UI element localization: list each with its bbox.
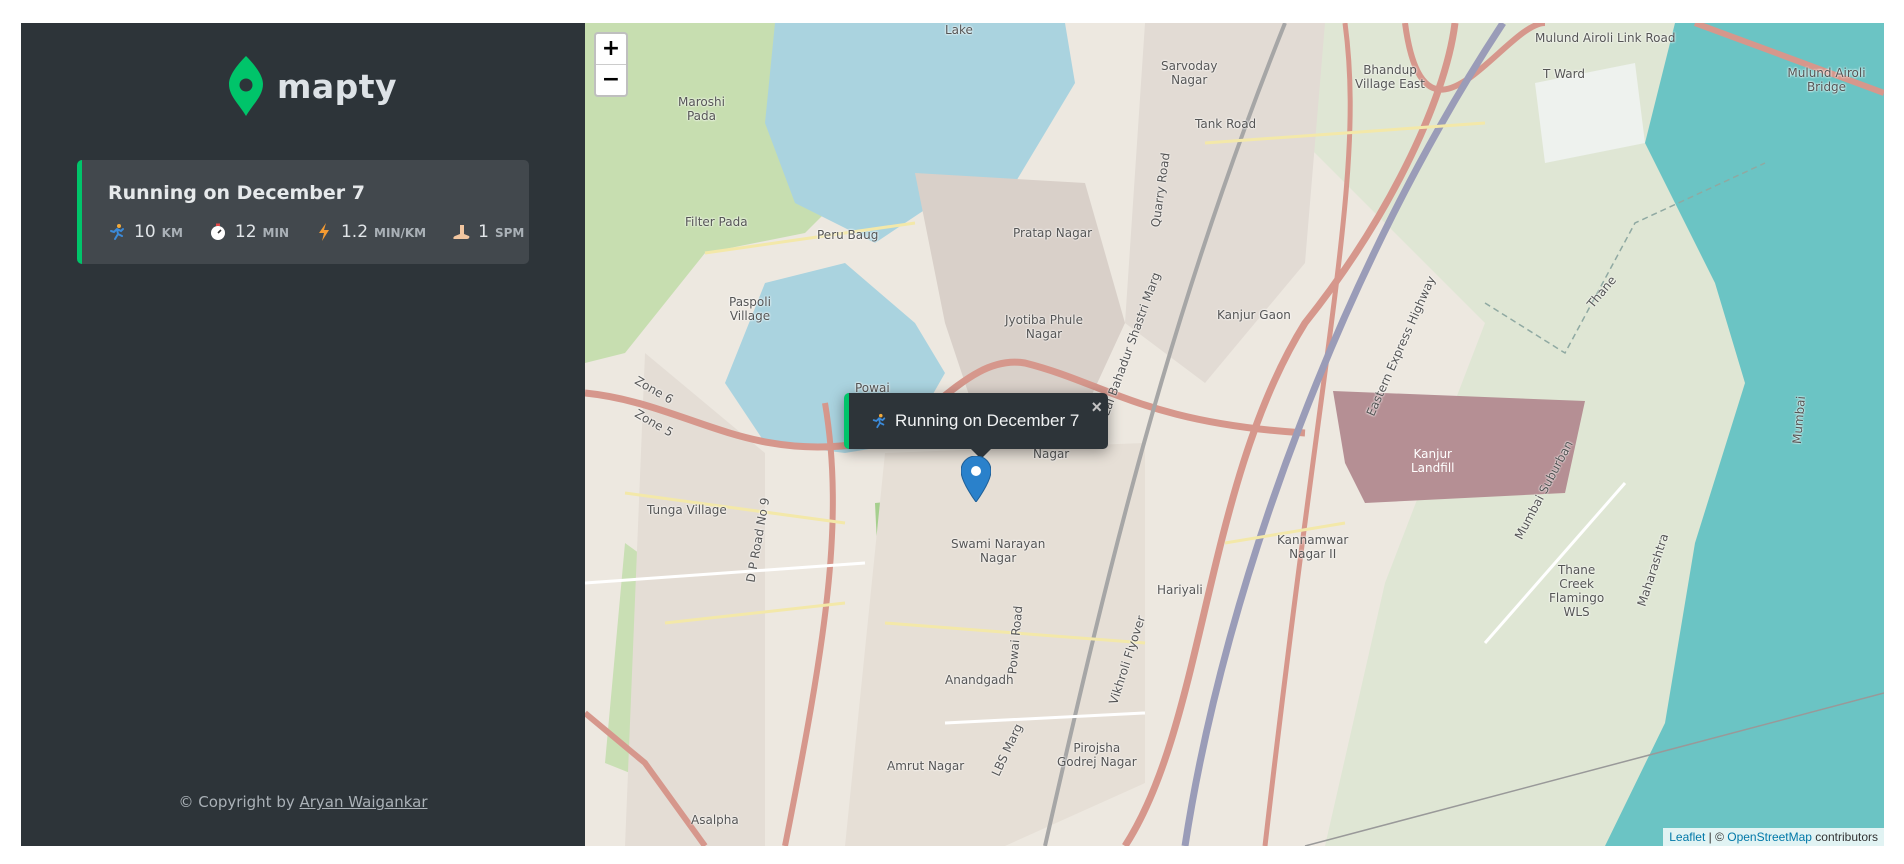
zoom-control: + − (594, 32, 628, 97)
distance-unit: km (161, 226, 183, 240)
map-label: Sarvoday Nagar (1161, 59, 1218, 87)
map-label: Pirojsha Godrej Nagar (1057, 741, 1137, 769)
workout-list: Running on December 7 10 km (77, 160, 529, 264)
map-label: Anandgadh (945, 673, 1014, 687)
workout-popup: Running on December 7 × (844, 393, 1108, 449)
popup-close-button[interactable]: × (1091, 397, 1102, 418)
map-label: Kannamwar Nagar II (1277, 533, 1349, 561)
map-label: Hariyali (1157, 583, 1203, 597)
workout-details: 10 km 12 min (108, 222, 529, 242)
map-label: T Ward (1543, 67, 1585, 81)
copyright: © Copyright by Aryan Waigankar (21, 793, 585, 811)
map-label: Mulund Airoli Link Road (1535, 31, 1676, 45)
sidebar: mapty Running on December 7 10 km (21, 23, 585, 846)
map-label: Paspoli Village (729, 295, 771, 323)
map-marker-icon[interactable] (961, 456, 991, 502)
map-label: Asalpha (691, 813, 739, 827)
map-pin-logo-icon (229, 56, 263, 116)
author-link[interactable]: Aryan Waigankar (299, 793, 427, 811)
attribution-suffix: contributors (1811, 830, 1878, 844)
map-label: Kanjur Gaon (1217, 308, 1291, 322)
pace-value: 1.2 (340, 222, 369, 242)
attribution-separator: | © (1705, 830, 1728, 844)
map-label: Pratap Nagar (1013, 226, 1093, 240)
app-container: mapty Running on December 7 10 km (21, 23, 1884, 846)
duration-unit: min (262, 226, 289, 240)
pace-unit: min/km (374, 226, 427, 240)
runner-icon (872, 413, 886, 429)
duration-detail: 12 min (209, 222, 289, 242)
map-label: Kanjur Landfill (1411, 447, 1455, 475)
map-label: Filter Pada (685, 215, 748, 229)
leaflet-link[interactable]: Leaflet (1669, 830, 1705, 844)
runner-icon (110, 224, 124, 240)
map-label: Thane Creek Flamingo WLS (1549, 563, 1605, 619)
osm-link[interactable]: OpenStreetMap (1727, 830, 1812, 844)
popup-text: Running on December 7 (895, 411, 1080, 430)
workout-title: Running on December 7 (108, 182, 365, 204)
footprint-icon (453, 225, 470, 239)
logo: mapty (229, 56, 397, 116)
map-label: Nagar (1033, 447, 1070, 461)
workout-card[interactable]: Running on December 7 10 km (77, 160, 529, 264)
cadence-unit: spm (494, 226, 525, 240)
map[interactable]: Lake Maroshi Pada Filter Pada Peru Baug … (585, 23, 1884, 846)
map-label: Maroshi Pada (678, 95, 725, 123)
duration-value: 12 (234, 222, 257, 242)
pace-detail: 1.2 min/km (315, 222, 426, 242)
map-label: Tunga Village (647, 503, 727, 517)
zoom-in-button[interactable]: + (596, 34, 626, 65)
map-label: Tank Road (1195, 117, 1257, 131)
stopwatch-icon (210, 223, 225, 240)
cadence-value: 1 (478, 222, 489, 242)
lightning-icon (318, 223, 329, 241)
map-label: Swami Narayan Nagar (951, 537, 1046, 565)
distance-detail: 10 km (108, 222, 183, 242)
zoom-out-button[interactable]: − (596, 65, 626, 95)
map-attribution: Leaflet | © OpenStreetMap contributors (1663, 828, 1884, 846)
map-label: Amrut Nagar (887, 759, 965, 773)
copyright-prefix: © Copyright by (178, 793, 300, 811)
map-label-lake: Lake (945, 23, 973, 37)
map-label: Mulund Airoli Bridge (1787, 66, 1866, 94)
map-tiles (585, 23, 1884, 846)
map-label: Bhandup Village East (1355, 63, 1426, 91)
distance-value: 10 (134, 222, 156, 242)
map-label: Peru Baug (817, 228, 879, 242)
brand-name: mapty (277, 66, 398, 106)
cadence-detail: 1 spm (452, 222, 524, 242)
map-label: Jyotiba Phule Nagar (1005, 313, 1083, 341)
